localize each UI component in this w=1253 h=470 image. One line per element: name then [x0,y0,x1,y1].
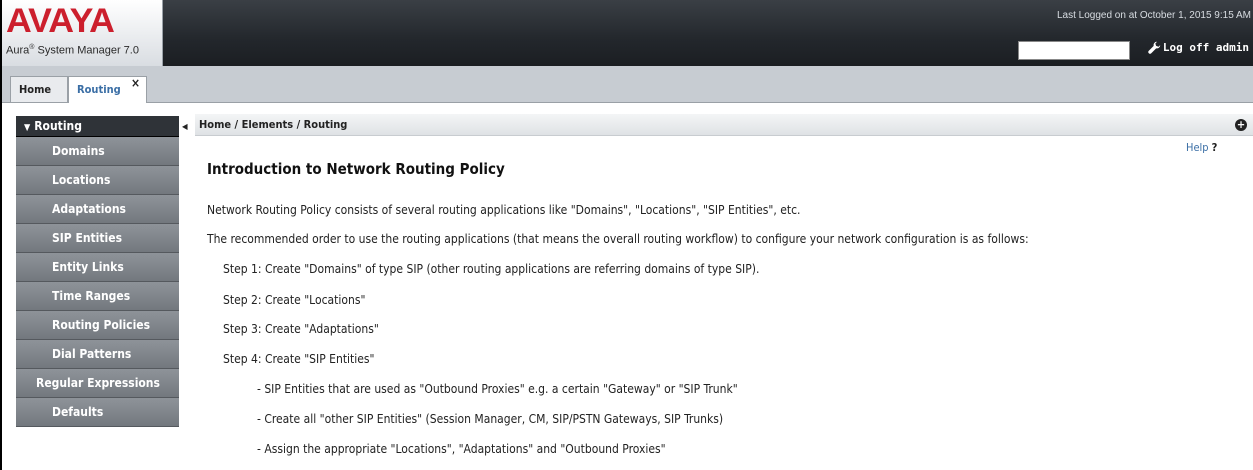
tabs-bar: Home Routing × [2,66,1253,103]
sidebar-item-routing-policies[interactable]: Routing Policies [16,311,179,340]
avaya-logo: AVAYA [6,2,115,40]
close-tab-icon[interactable]: × [131,71,140,96]
triangle-down-icon: ▼ [24,123,31,133]
sidebar-header[interactable]: ▼ Routing [16,116,179,137]
logo-area: AVAYA Aura® System Manager 7.0 [2,0,163,66]
sidebar-item-defaults[interactable]: Defaults [16,398,179,427]
sidebar-item-sip-entities[interactable]: SIP Entities [16,224,179,253]
sidebar-item-time-ranges[interactable]: Time Ranges [16,282,179,311]
product-name: Aura® System Manager 7.0 [6,44,139,57]
tab-home[interactable]: Home [10,76,68,102]
step-1: Step 1: Create "Domains" of type SIP (ot… [223,262,760,276]
breadcrumb: Home / Elements / Routing + [195,114,1253,136]
help-question-icon: ? [1211,141,1218,154]
step-4-sub-3: - Assign the appropriate "Locations", "A… [257,442,666,456]
step-4-sub-1: - SIP Entities that are used as "Outboun… [257,382,738,396]
step-4: Step 4: Create "SIP Entities" [223,352,375,366]
header-search-input[interactable] [1018,41,1130,60]
sidebar-item-dial-patterns[interactable]: Dial Patterns [16,340,179,369]
help-link[interactable]: Help? [1186,141,1217,154]
step-3: Step 3: Create "Adaptations" [223,322,379,336]
sidebar-item-adaptations[interactable]: Adaptations [16,195,179,224]
sidebar-item-entity-links[interactable]: Entity Links [16,253,179,282]
wrench-icon [1148,41,1161,54]
routing-sidebar: ▼ Routing Domains Locations Adaptations S… [16,116,179,427]
collapse-sidebar-icon[interactable]: ◀ [182,120,190,134]
tab-routing-label: Routing [77,83,121,96]
logoff-link[interactable]: Log off admin [1148,41,1249,54]
intro-line-1: Network Routing Policy consists of sever… [207,203,801,217]
page-title: Introduction to Network Routing Policy [207,160,505,178]
tab-routing[interactable]: Routing × [68,76,147,103]
app-header: AVAYA Aura® System Manager 7.0 Last Logg… [2,0,1253,66]
breadcrumb-text: Home / Elements / Routing [199,118,348,131]
sidebar-item-regular-expressions[interactable]: Regular Expressions [16,369,179,398]
sidebar-item-domains[interactable]: Domains [16,137,179,166]
logoff-label: Log off admin [1162,41,1249,54]
content-area: Introduction to Network Routing Policy N… [207,160,1247,456]
step-4-sub-2: - Create all "other SIP Entities" (Sessi… [257,412,724,426]
step-2: Step 2: Create "Locations" [223,293,366,307]
intro-line-2: The recommended order to use the routing… [207,232,1029,246]
last-logged-text: Last Logged on at October 1, 2015 9:15 A… [1056,10,1251,21]
sidebar-item-locations[interactable]: Locations [16,166,179,195]
add-circle-icon[interactable]: + [1235,119,1247,131]
